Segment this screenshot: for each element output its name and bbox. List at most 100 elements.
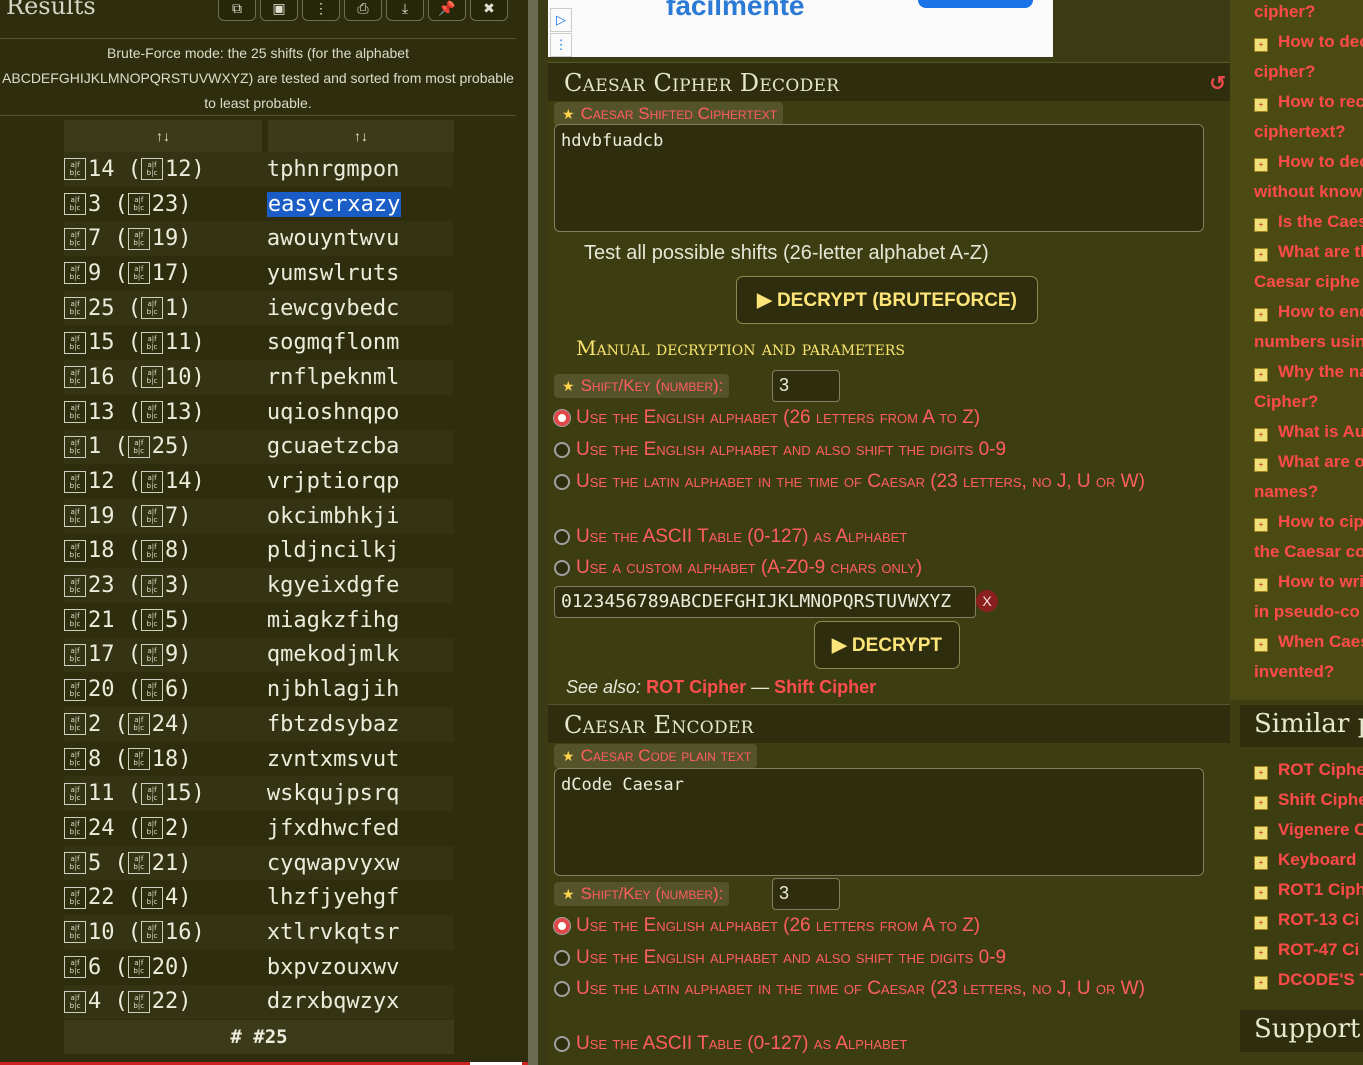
radio[interactable] bbox=[554, 474, 570, 490]
plaintext-cell[interactable]: rnflpeknml bbox=[261, 365, 454, 390]
table-row[interactable]: a|f b|c 2 (a|f b|c 24) fbtzdsybaz bbox=[64, 707, 454, 742]
table-row[interactable]: a|f b|c 25 (a|f b|c 1) iewcgvbedc bbox=[64, 290, 454, 326]
table-row[interactable]: a|f b|c 22 (a|f b|c 4) lhzfjyehgf bbox=[64, 880, 454, 915]
faq-link[interactable]: How to enc bbox=[1278, 302, 1363, 322]
faq-link[interactable]: How to wri bbox=[1278, 572, 1363, 592]
ad-banner[interactable]: ▷ ⋮ facilmente bbox=[548, 0, 1053, 57]
plaintext-cell[interactable]: kgyeixdgfe bbox=[261, 573, 454, 598]
more-button[interactable]: ⋮ bbox=[302, 0, 340, 21]
copy-button[interactable]: ⧉ bbox=[218, 0, 256, 21]
pin-button[interactable]: 📌 bbox=[428, 0, 466, 21]
table-row[interactable]: a|f b|c 5 (a|f b|c 21) cyqwapvyxw bbox=[64, 845, 454, 881]
similar-link[interactable]: Keyboard bbox=[1278, 850, 1356, 870]
faq-link[interactable]: cipher? bbox=[1254, 62, 1315, 82]
encoder-option-latin[interactable]: Use the latin alphabet in the time of Ca… bbox=[554, 975, 1194, 1003]
ciphertext-input[interactable]: hdvbfuadcb bbox=[554, 124, 1204, 232]
panel-splitter[interactable] bbox=[528, 0, 538, 1065]
print-button[interactable]: ⎙ bbox=[344, 0, 382, 21]
plaintext-cell[interactable]: tphnrgmpon bbox=[261, 157, 454, 182]
table-row[interactable]: a|f b|c 6 (a|f b|c 20) bxpvzouxwv bbox=[64, 950, 454, 985]
table-row[interactable]: a|f b|c 15 (a|f b|c 11) sogmqflonm bbox=[64, 325, 454, 360]
faq-link[interactable]: Is the Caes bbox=[1278, 212, 1363, 232]
table-row[interactable]: a|f b|c 20 (a|f b|c 6) njbhlagjih bbox=[64, 672, 454, 707]
faq-link[interactable]: without know bbox=[1254, 182, 1363, 202]
decoder-option-latin[interactable]: Use the latin alphabet in the time of Ca… bbox=[554, 468, 1194, 496]
similar-link[interactable]: ROT1 Ciph bbox=[1278, 880, 1363, 900]
faq-link[interactable]: numbers usin bbox=[1254, 332, 1363, 352]
similar-link[interactable]: ROT Ciphe bbox=[1278, 760, 1363, 780]
clear-alphabet-button[interactable]: X bbox=[976, 590, 998, 612]
decoder-option-ascii[interactable]: Use the ASCII Table (0-127) as Alphabet bbox=[554, 523, 1194, 551]
download-button[interactable]: ⤓ bbox=[386, 0, 424, 21]
plaintext-cell[interactable]: yumswlruts bbox=[261, 261, 454, 286]
plaintext-cell[interactable]: bxpvzouxwv bbox=[261, 955, 454, 980]
ad-menu-icon[interactable]: ⋮ bbox=[550, 33, 572, 57]
plaintext-cell[interactable]: njbhlagjih bbox=[261, 677, 454, 702]
plaintext-cell[interactable]: fbtzdsybaz bbox=[261, 712, 454, 737]
radio[interactable] bbox=[554, 950, 570, 966]
plaintext-cell[interactable]: awouyntwvu bbox=[261, 226, 454, 251]
table-row[interactable]: a|f b|c 18 (a|f b|c 8) pldjncilkj bbox=[64, 534, 454, 569]
faq-link[interactable]: Caesar ciphe bbox=[1254, 272, 1360, 292]
radio[interactable] bbox=[554, 529, 570, 545]
encoder-option-ascii[interactable]: Use the ASCII Table (0-127) as Alphabet bbox=[554, 1030, 1194, 1058]
table-row[interactable]: a|f b|c 4 (a|f b|c 22) dzrxbqwzyx bbox=[64, 984, 454, 1020]
faq-link[interactable]: How to dec bbox=[1278, 152, 1363, 172]
similar-link[interactable]: Vigenere C bbox=[1278, 820, 1363, 840]
link-rot-cipher[interactable]: ROT Cipher bbox=[646, 677, 746, 697]
shift-input[interactable]: 3 bbox=[772, 370, 840, 402]
faq-link[interactable]: What are o bbox=[1278, 452, 1363, 472]
reload-icon[interactable]: ↺ bbox=[1209, 71, 1226, 96]
faq-link[interactable]: cipher? bbox=[1254, 2, 1315, 22]
plaintext-cell[interactable]: lhzfjyehgf bbox=[261, 885, 454, 910]
table-row[interactable]: a|f b|c 8 (a|f b|c 18) zvntxmsvut bbox=[64, 742, 454, 777]
radio[interactable] bbox=[554, 981, 570, 997]
decoder-option-custom[interactable]: Use a custom alphabet (A-Z0-9 chars only… bbox=[554, 554, 1194, 582]
plaintext-cell[interactable]: cyqwapvyxw bbox=[261, 851, 454, 876]
table-row[interactable]: a|f b|c 21 (a|f b|c 5) miagkzfihg bbox=[64, 603, 454, 638]
plaintext-cell[interactable]: xtlrvkqtsr bbox=[261, 920, 454, 945]
table-row[interactable]: a|f b|c 23 (a|f b|c 3) kgyeixdgfe bbox=[64, 568, 454, 603]
faq-link[interactable]: ciphertext? bbox=[1254, 122, 1346, 142]
similar-link[interactable]: DCODE'S T bbox=[1278, 970, 1363, 990]
plaintext-cell[interactable]: pldjncilkj bbox=[261, 538, 454, 563]
close-button[interactable]: ✖ bbox=[470, 0, 508, 21]
faq-link[interactable]: What is Au bbox=[1278, 422, 1363, 442]
plaintext-cell[interactable]: qmekodjmlk bbox=[261, 642, 454, 667]
plaintext-cell[interactable]: gcuaetzcba bbox=[261, 434, 454, 459]
faq-link[interactable]: How to dec bbox=[1278, 32, 1363, 52]
decoder-option-digits[interactable]: Use the English alphabet and also shift … bbox=[554, 436, 1194, 464]
decrypt-button[interactable]: ▶ DECRYPT bbox=[814, 621, 960, 669]
faq-link[interactable]: How to cip bbox=[1278, 512, 1363, 532]
link-shift-cipher[interactable]: Shift Cipher bbox=[774, 677, 876, 697]
sort-text-header[interactable]: ↑↓ bbox=[268, 120, 454, 152]
radio-checked[interactable] bbox=[554, 410, 570, 426]
table-row[interactable]: a|f b|c 7 (a|f b|c 19) awouyntwvu bbox=[64, 221, 454, 257]
radio[interactable] bbox=[554, 1036, 570, 1052]
encoder-option-digits[interactable]: Use the English alphabet and also shift … bbox=[554, 944, 1194, 972]
ad-button[interactable] bbox=[918, 0, 1033, 8]
faq-link[interactable]: What are th bbox=[1278, 242, 1363, 262]
plaintext-cell[interactable]: vrjptiorqp bbox=[261, 469, 454, 494]
faq-link[interactable]: the Caesar co bbox=[1254, 542, 1363, 562]
sort-shift-header[interactable]: ↑↓ bbox=[64, 120, 262, 152]
plaintext-cell[interactable]: dzrxbqwzyx bbox=[261, 989, 454, 1014]
similar-link[interactable]: ROT-13 Ci bbox=[1278, 910, 1359, 930]
table-row[interactable]: a|f b|c 12 (a|f b|c 14) vrjptiorqp bbox=[64, 464, 454, 499]
plaintext-cell[interactable]: wskqujpsrq bbox=[261, 781, 454, 806]
enc-shift-input[interactable]: 3 bbox=[772, 878, 840, 910]
table-row[interactable]: a|f b|c 17 (a|f b|c 9) qmekodjmlk bbox=[64, 637, 454, 673]
plaintext-cell[interactable]: jfxdhwcfed bbox=[261, 816, 454, 841]
table-row[interactable]: a|f b|c 14 (a|f b|c 12) tphnrgmpon bbox=[64, 152, 454, 187]
faq-link[interactable]: invented? bbox=[1254, 662, 1334, 682]
plaintext-cell[interactable]: uqioshnqpo bbox=[261, 400, 454, 425]
table-row[interactable]: a|f b|c 11 (a|f b|c 15) wskqujpsrq bbox=[64, 776, 454, 812]
table-row[interactable]: a|f b|c 24 (a|f b|c 2) jfxdhwcfed bbox=[64, 811, 454, 846]
decoder-option-english[interactable]: Use the English alphabet (26 letters fro… bbox=[554, 404, 1194, 432]
faq-link[interactable]: in pseudo-co bbox=[1254, 602, 1360, 622]
encoder-option-english[interactable]: Use the English alphabet (26 letters fro… bbox=[554, 912, 1194, 940]
plaintext-cell[interactable]: easycrxazy bbox=[261, 191, 454, 217]
radio-checked[interactable] bbox=[554, 918, 570, 934]
faq-link[interactable]: Cipher? bbox=[1254, 392, 1318, 412]
similar-link[interactable]: Shift Ciphe bbox=[1278, 790, 1363, 810]
